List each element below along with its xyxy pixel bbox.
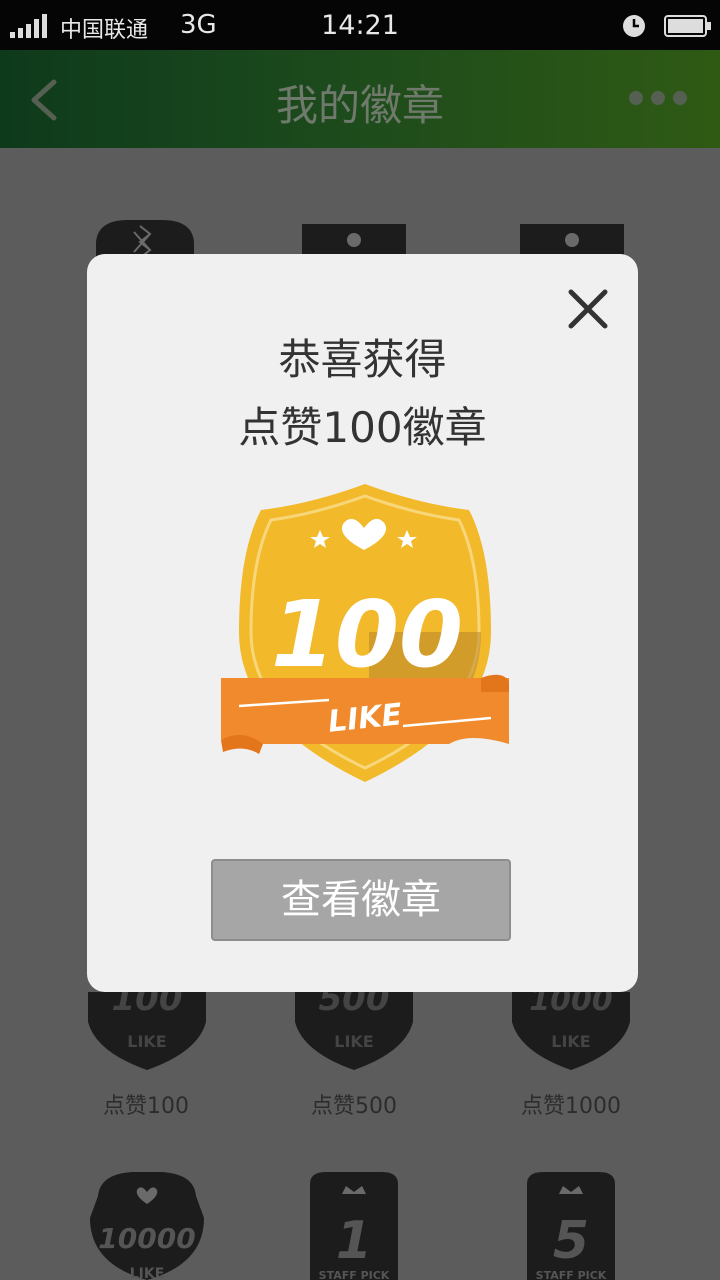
badge-number: 100 xyxy=(112,992,183,1019)
battery-icon xyxy=(664,15,711,37)
badge-number: 5 xyxy=(553,1211,589,1271)
clock: 14:21 xyxy=(321,10,399,41)
nav-bar: 我的徽章 xyxy=(0,50,720,148)
badge-number: 1000 xyxy=(529,992,613,1018)
badge-label: 点赞100 xyxy=(103,1094,189,1119)
badge-like-500[interactable]: 500 LIKE xyxy=(295,992,413,1072)
badge-label: 点赞1000 xyxy=(521,1094,621,1119)
badge-number: 1 xyxy=(336,1211,372,1271)
badge-label: 点赞500 xyxy=(311,1094,397,1119)
badge-number: 10000 xyxy=(98,1222,195,1255)
dialog-subtitle: 点赞100徽章 xyxy=(238,403,487,452)
dialog-title: 恭喜获得 xyxy=(278,335,447,384)
status-bar: 中国联通 3G 14:21 xyxy=(0,0,720,50)
badge-sub: STAFF PICK xyxy=(319,1269,390,1280)
badge-sub: LIKE xyxy=(127,1032,166,1051)
badge-like-1000[interactable]: 1000 LIKE xyxy=(512,992,630,1072)
badge-number: 500 xyxy=(319,992,390,1019)
more-icon[interactable] xyxy=(628,90,688,106)
badge-sub: STAFF PICK xyxy=(536,1269,607,1280)
badge-sub: LIKE xyxy=(551,1032,590,1051)
badge-like-100[interactable]: 100 LIKE xyxy=(88,992,206,1072)
badge-like-10000[interactable]: 10000 LIKE xyxy=(86,1168,208,1280)
badge-number: 100 xyxy=(271,581,463,688)
badge-staff-pick-5[interactable]: 5 STAFF PICK xyxy=(519,1168,623,1280)
alarm-icon xyxy=(623,15,645,37)
badge-chef-2[interactable] xyxy=(514,218,630,258)
badge-sub: LIKE xyxy=(130,1266,165,1280)
badge-sub: LIKE xyxy=(334,1032,373,1051)
page-title: 我的徽章 xyxy=(275,81,444,130)
like-100-badge: 100 LIKE xyxy=(221,484,509,782)
view-badge-button[interactable]: 查看徽章 xyxy=(211,859,511,941)
badge-staff-pick-1[interactable]: 1 STAFF PICK xyxy=(302,1168,406,1280)
badge-chef-1[interactable] xyxy=(296,218,412,258)
badge-earned-dialog: 恭喜获得 点赞100徽章 100 LIKE 查看徽章 xyxy=(87,254,638,992)
